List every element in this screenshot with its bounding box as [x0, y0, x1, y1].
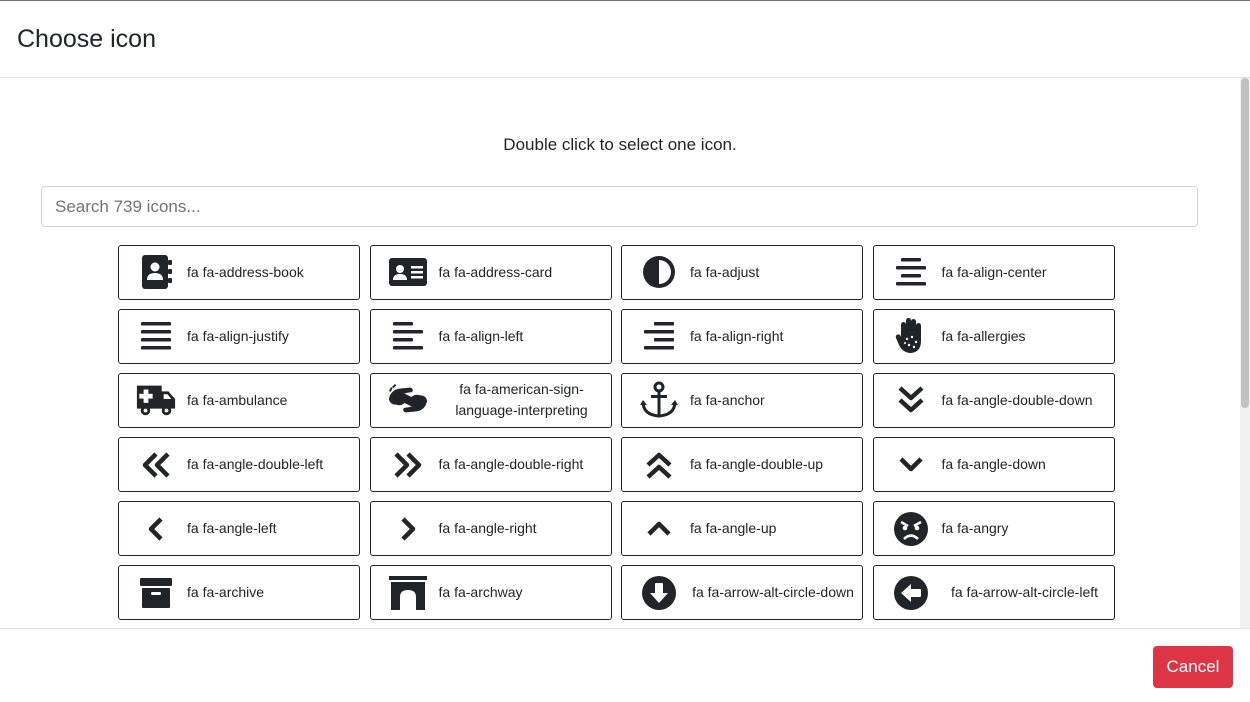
- angle-up-icon: [638, 509, 680, 549]
- icon-option-label: fa fa-arrow-alt-circle-down: [692, 584, 854, 601]
- icon-option-label: fa fa-address-book: [187, 263, 304, 280]
- align-left-icon: [387, 316, 429, 356]
- icon-option-label: fa fa-angle-double-down: [941, 391, 1093, 408]
- icon-option-align-left[interactable]: fa fa-align-left: [369, 309, 612, 364]
- angle-right-icon: [387, 509, 429, 549]
- icon-option-arrow-alt-circle-down[interactable]: fa fa-arrow-alt-circle-down: [621, 565, 863, 620]
- icon-option-label: fa fa-angle-double-left: [187, 456, 324, 473]
- icon-option-angle-right[interactable]: fa fa-angle-right: [369, 501, 612, 556]
- modal-footer: Cancel: [0, 628, 1250, 702]
- icon-option-label: fa fa-angle-right: [438, 520, 537, 537]
- archive-icon: [135, 573, 177, 613]
- angle-left-icon: [135, 509, 177, 549]
- align-right-icon: [638, 316, 680, 356]
- icon-option-label: fa fa-archway: [438, 584, 523, 601]
- modal-header: Choose icon: [0, 1, 1250, 78]
- icon-option-label: fa fa-american-sign-language-interpretin…: [455, 381, 588, 419]
- icon-option-label: fa fa-archive: [187, 584, 265, 601]
- icon-option-adjust[interactable]: fa fa-adjust: [621, 245, 863, 300]
- icon-option-angle-left[interactable]: fa fa-angle-left: [118, 501, 360, 556]
- icon-option-angle-up[interactable]: fa fa-angle-up: [621, 501, 863, 556]
- icon-option-american-sign-language-interpreting[interactable]: fa fa-american-sign-language-interpretin…: [369, 373, 612, 428]
- icon-option-address-book[interactable]: fa fa-address-book: [118, 245, 360, 300]
- icon-option-label: fa fa-align-left: [438, 327, 524, 344]
- align-center-icon: [890, 252, 932, 292]
- angle-double-right-icon: [387, 445, 429, 485]
- icon-option-angle-down[interactable]: fa fa-angle-down: [872, 437, 1115, 492]
- icon-option-anchor[interactable]: fa fa-anchor: [621, 373, 863, 428]
- icon-search-input[interactable]: [41, 186, 1198, 227]
- icon-option-label: fa fa-angle-double-up: [690, 456, 824, 473]
- icon-option-angle-double-left[interactable]: fa fa-angle-double-left: [118, 437, 360, 492]
- choose-icon-modal: Choose icon Double click to select one i…: [0, 0, 1250, 702]
- icon-option-label: fa fa-arrow-alt-circle-left: [950, 584, 1099, 601]
- address-book-icon: [135, 252, 177, 292]
- icon-option-label: fa fa-angry: [941, 520, 1009, 537]
- icon-option-address-card[interactable]: fa fa-address-card: [369, 245, 612, 300]
- icon-option-arrow-alt-circle-left[interactable]: fa fa-arrow-alt-circle-left: [872, 565, 1115, 620]
- modal-title: Choose icon: [17, 25, 156, 53]
- angle-down-icon: [890, 445, 932, 485]
- angle-double-down-icon: [890, 380, 932, 420]
- american-sign-language-interpreting-icon: [387, 380, 429, 420]
- adjust-icon: [638, 252, 680, 292]
- icon-grid: fa fa-address-book fa fa-address-card fa f…: [118, 245, 1115, 620]
- icon-option-angle-double-right[interactable]: fa fa-angle-double-right: [369, 437, 612, 492]
- icon-option-label: fa fa-align-justify: [187, 327, 289, 344]
- icon-option-archway[interactable]: fa fa-archway: [369, 565, 612, 620]
- icon-option-label: fa fa-address-card: [438, 263, 553, 280]
- icon-option-label: fa fa-angle-left: [187, 520, 277, 537]
- instructions-text: Double click to select one icon.: [503, 135, 737, 154]
- ambulance-icon: [135, 380, 177, 420]
- vertical-scrollbar[interactable]: [1240, 78, 1250, 628]
- icon-option-angry[interactable]: fa fa-angry: [872, 501, 1115, 556]
- cancel-button[interactable]: Cancel: [1153, 646, 1233, 688]
- icon-option-label: fa fa-allergies: [941, 327, 1026, 344]
- archway-icon: [387, 573, 429, 613]
- angle-double-up-icon: [638, 445, 680, 485]
- icon-option-allergies[interactable]: fa fa-allergies: [872, 309, 1115, 364]
- icon-option-align-right[interactable]: fa fa-align-right: [621, 309, 863, 364]
- modal-body[interactable]: Double click to select one icon. fa fa-a…: [0, 78, 1250, 628]
- anchor-icon: [638, 380, 680, 420]
- address-card-icon: [387, 252, 429, 292]
- icon-option-label: fa fa-angle-down: [941, 456, 1046, 473]
- scrollbar-thumb[interactable]: [1241, 78, 1249, 408]
- icon-option-label: fa fa-angle-up: [690, 520, 777, 537]
- icon-option-angle-double-down[interactable]: fa fa-angle-double-down: [872, 373, 1115, 428]
- allergies-icon: [890, 316, 932, 356]
- icon-option-ambulance[interactable]: fa fa-ambulance: [118, 373, 360, 428]
- icon-option-archive[interactable]: fa fa-archive: [118, 565, 360, 620]
- icon-option-align-justify[interactable]: fa fa-align-justify: [118, 309, 360, 364]
- angle-double-left-icon: [135, 445, 177, 485]
- arrow-alt-circle-down-icon: [638, 573, 680, 613]
- icon-option-label: fa fa-align-right: [690, 327, 784, 344]
- align-justify-icon: [135, 316, 177, 356]
- icon-option-label: fa fa-adjust: [690, 263, 760, 280]
- icon-option-label: fa fa-ambulance: [187, 391, 288, 408]
- icon-option-align-center[interactable]: fa fa-align-center: [872, 245, 1115, 300]
- icon-option-angle-double-up[interactable]: fa fa-angle-double-up: [621, 437, 863, 492]
- icon-option-label: fa fa-align-center: [941, 263, 1047, 280]
- icon-option-label: fa fa-angle-double-right: [438, 456, 584, 473]
- icon-option-label: fa fa-anchor: [690, 391, 765, 408]
- angry-icon: [890, 509, 932, 549]
- arrow-alt-circle-left-icon: [890, 573, 932, 613]
